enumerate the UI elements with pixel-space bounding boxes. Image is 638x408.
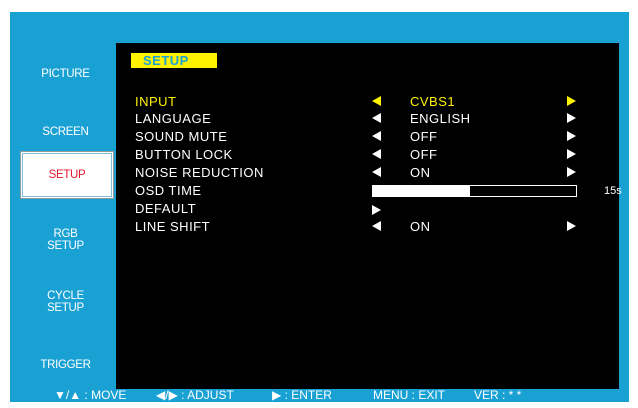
hint-move: ▼/▲ : MOVE: [54, 388, 127, 402]
osd-time-slider[interactable]: [372, 185, 577, 197]
adjust-left-icon[interactable]: [372, 113, 381, 123]
hint-enter: ▶ : ENTER: [272, 388, 332, 402]
menu-item-language[interactable]: LANGUAGE: [135, 111, 211, 126]
language-value: ENGLISH: [410, 111, 471, 126]
tab-screen[interactable]: SCREEN: [28, 110, 103, 154]
tab-picture[interactable]: PICTURE: [28, 52, 103, 96]
enter-icon[interactable]: [372, 205, 381, 215]
menu-item-line-shift[interactable]: LINE SHIFT: [135, 219, 210, 234]
tab-label: CYCLE SETUP: [47, 290, 84, 314]
setup-panel: SETUP INPUT CVBS1 LANGUAGE ENGLISH SOUND…: [116, 43, 622, 389]
adjust-left-icon[interactable]: [372, 131, 381, 141]
tab-rgb-setup[interactable]: RGB SETUP: [28, 218, 103, 262]
hint-version: VER : * *: [474, 388, 522, 402]
adjust-left-icon[interactable]: [372, 221, 381, 231]
adjust-right-icon[interactable]: [567, 131, 576, 141]
menu-item-button-lock[interactable]: BUTTON LOCK: [135, 147, 233, 162]
osd-time-value: 15s: [604, 185, 622, 197]
adjust-left-icon[interactable]: [372, 167, 381, 177]
menu-item-noise-reduction[interactable]: NOISE REDUCTION: [135, 165, 264, 180]
tab-label: PICTURE: [41, 68, 90, 80]
tab-setup[interactable]: SETUP: [20, 151, 114, 199]
noise-reduction-value: ON: [410, 165, 431, 180]
menu-item-default[interactable]: DEFAULT: [135, 201, 196, 216]
tab-trigger[interactable]: TRIGGER: [28, 343, 103, 387]
adjust-left-icon[interactable]: [372, 96, 381, 106]
line-shift-value: ON: [410, 219, 431, 234]
osd-frame: PICTURE SCREEN SETUP RGB SETUP CYCLE SET…: [10, 12, 629, 402]
hint-exit: MENU : EXIT: [373, 388, 446, 402]
menu-item-sound-mute[interactable]: SOUND MUTE: [135, 129, 227, 144]
tab-cycle-setup[interactable]: CYCLE SETUP: [28, 280, 103, 324]
page-title: SETUP: [131, 53, 217, 68]
footer-hints: ▼/▲ : MOVE ◀/▶ : ADJUST ▶ : ENTER MENU :…: [10, 389, 629, 402]
adjust-right-icon[interactable]: [567, 113, 576, 123]
tab-label: SETUP: [48, 169, 86, 181]
tab-label: SCREEN: [42, 126, 89, 138]
adjust-right-icon[interactable]: [567, 96, 576, 106]
button-lock-value: OFF: [410, 147, 438, 162]
menu-item-input[interactable]: INPUT: [135, 94, 177, 109]
adjust-left-icon[interactable]: [372, 149, 381, 159]
adjust-right-icon[interactable]: [567, 167, 576, 177]
osd-time-slider-fill: [373, 186, 471, 196]
hint-adjust: ◀/▶ : ADJUST: [156, 388, 234, 402]
adjust-right-icon[interactable]: [567, 149, 576, 159]
tab-label: TRIGGER: [40, 359, 91, 371]
sidebar: PICTURE SCREEN SETUP RGB SETUP CYCLE SET…: [20, 43, 114, 389]
adjust-right-icon[interactable]: [567, 221, 576, 231]
sound-mute-value: OFF: [410, 129, 438, 144]
input-value: CVBS1: [410, 94, 456, 109]
tab-label: RGB SETUP: [47, 228, 84, 252]
menu-item-osd-time[interactable]: OSD TIME: [135, 183, 202, 198]
